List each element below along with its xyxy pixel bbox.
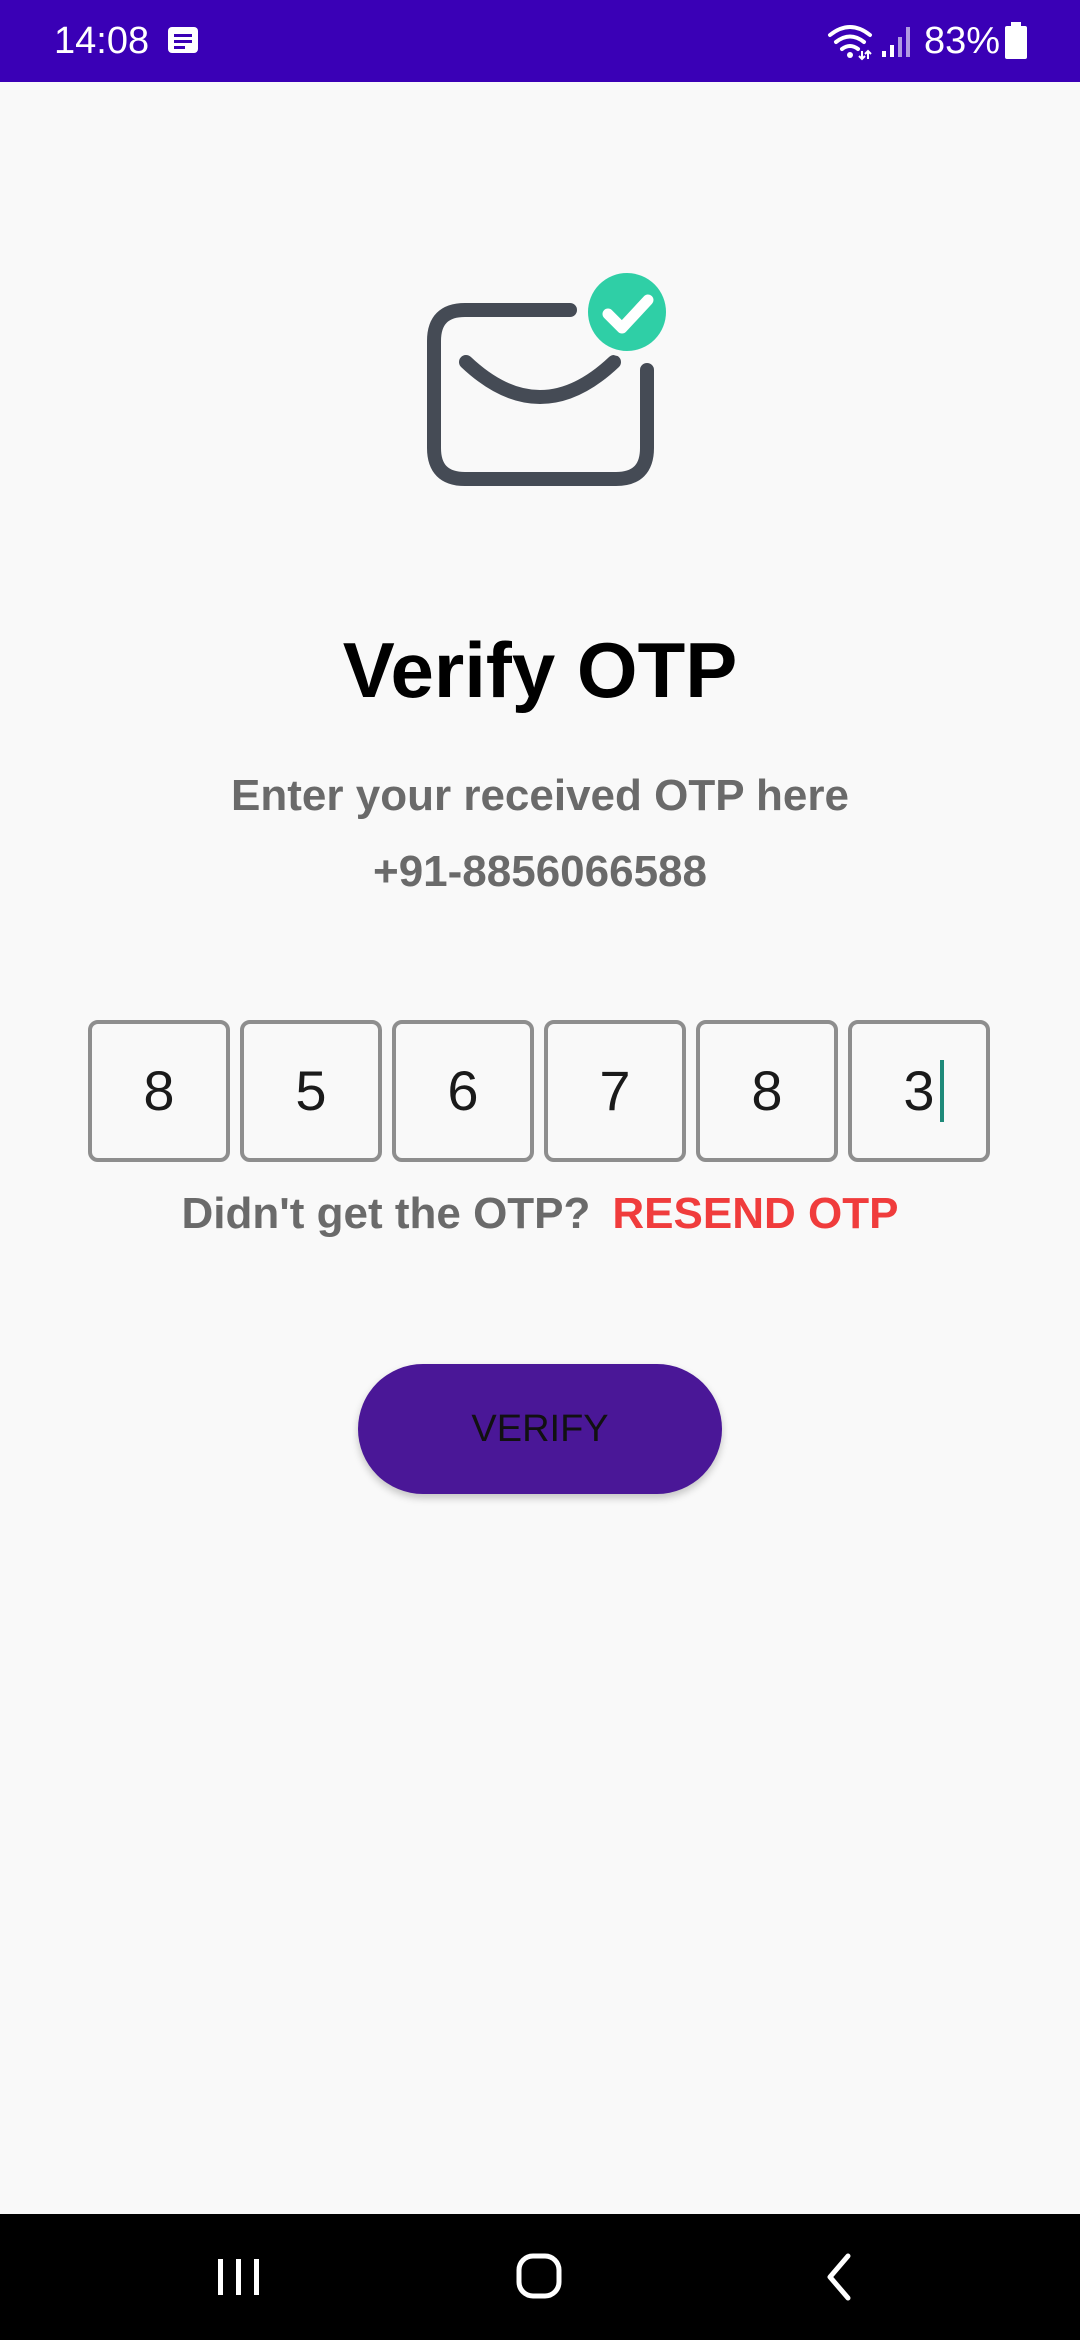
back-icon[interactable]: [806, 2244, 876, 2310]
recent-apps-icon[interactable]: [204, 2244, 274, 2310]
page-title: Verify OTP: [342, 626, 738, 714]
status-bar: 14:08 83%: [0, 0, 1080, 82]
status-time: 14:08: [54, 20, 150, 62]
wifi-icon: [827, 25, 872, 61]
verify-button[interactable]: VERIFY: [358, 1364, 722, 1494]
battery-percent: 83%: [923, 20, 1000, 62]
mail-verified-icon: [427, 267, 672, 486]
cell-signal-icon: [881, 27, 910, 57]
otp-digit-4[interactable]: 7: [544, 1020, 686, 1162]
otp-input-group: 8 5 6 7 8 3: [88, 1020, 992, 1162]
otp-instruction: Enter your received OTP here: [231, 771, 849, 820]
otp-digit-6-value: 3: [903, 1059, 935, 1122]
battery-icon: [1005, 22, 1027, 59]
otp-digit-3[interactable]: 6: [392, 1020, 534, 1162]
message-notification-icon: [168, 27, 198, 53]
home-icon[interactable]: [504, 2244, 574, 2310]
otp-digit-2[interactable]: 5: [240, 1020, 382, 1162]
phone-number: +91-8856066588: [373, 847, 707, 896]
otp-digit-5[interactable]: 8: [696, 1020, 838, 1162]
status-icons: 83%: [826, 16, 1028, 66]
resend-row: Didn't get the OTP? RESEND OTP: [0, 1184, 1080, 1244]
resend-prompt: Didn't get the OTP?: [181, 1189, 591, 1238]
text-cursor: [940, 1060, 944, 1122]
otp-digit-6[interactable]: 3: [848, 1020, 990, 1162]
otp-digit-1[interactable]: 8: [88, 1020, 230, 1162]
navigation-bar: [0, 2214, 1080, 2340]
resend-otp-link[interactable]: RESEND OTP: [612, 1189, 898, 1238]
